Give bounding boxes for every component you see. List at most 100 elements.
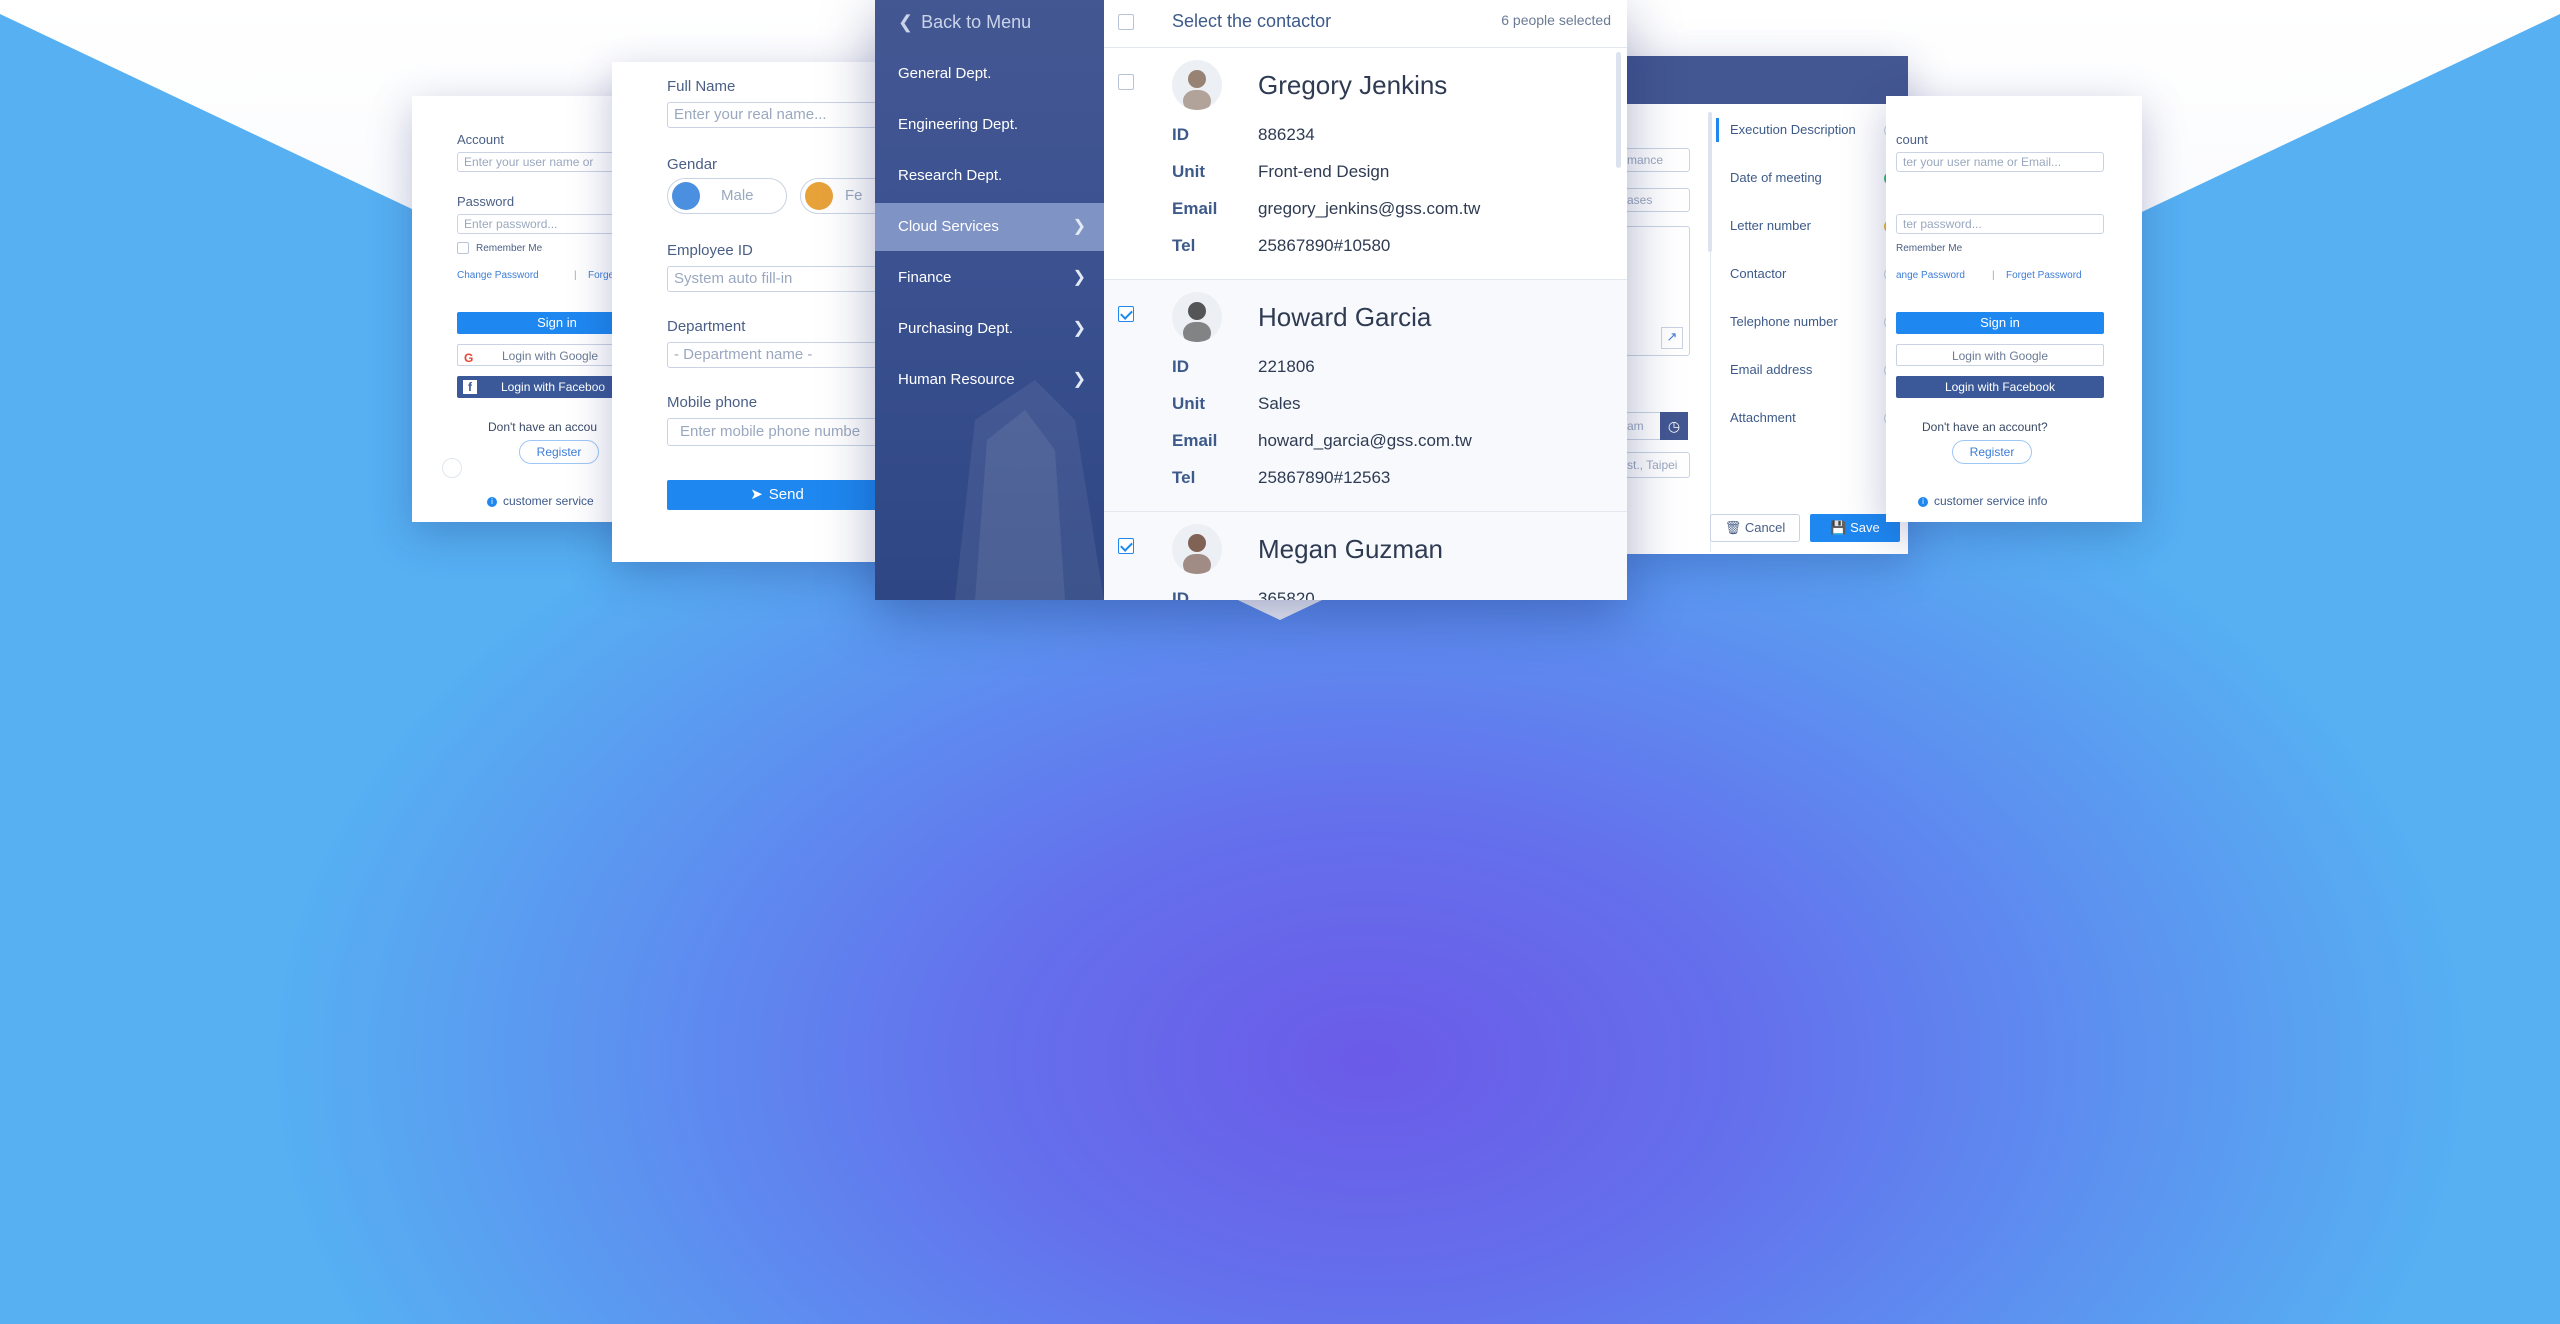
- mobile-label: Mobile phone: [667, 394, 758, 411]
- sidebar-item-human-resource[interactable]: Human Resource ❯: [875, 356, 1104, 404]
- facebook-icon: f: [463, 380, 477, 394]
- sidebar-item-label: Research Dept.: [898, 167, 1003, 184]
- floppy-icon: 💾: [1830, 520, 1847, 535]
- step-label: Telephone number: [1730, 314, 1838, 329]
- customer-service-link-right[interactable]: customer service info: [1934, 494, 2047, 508]
- facebook-login-label: Login with Faceboo: [501, 380, 606, 394]
- fullname-input[interactable]: Enter your real name...: [667, 102, 887, 128]
- avatar: [1172, 292, 1222, 342]
- account-label-right: count: [1896, 132, 1928, 147]
- remember-label-right: Remember Me: [1896, 243, 1963, 254]
- field-value-id: 221806: [1258, 357, 1315, 376]
- step-label: Email address: [1730, 362, 1813, 377]
- execution-form-card: mance ases ↗ am ◷ st., Taipei Execution …: [1620, 56, 1908, 554]
- male-option[interactable]: Male: [667, 178, 787, 214]
- sidebar-item-label: Finance: [898, 269, 952, 286]
- field-label-email: Email: [1172, 199, 1218, 218]
- sidebar-item-label: General Dept.: [898, 65, 992, 82]
- step-item[interactable]: Telephone number: [1620, 310, 1908, 340]
- no-account-text: Don't have an accou: [488, 420, 598, 434]
- contact-checkbox[interactable]: [1118, 74, 1134, 90]
- contact-row[interactable]: Howard Garcia ID 221806 Unit Sales Email howar…: [1104, 280, 1627, 512]
- customer-service-link[interactable]: customer service: [503, 494, 594, 508]
- decorative-bubble: [442, 458, 462, 478]
- select-all-checkbox[interactable]: [1118, 14, 1134, 30]
- field-label-unit: Unit: [1172, 162, 1206, 181]
- remember-label: Remember Me: [476, 243, 543, 254]
- step-item[interactable]: Attachment: [1620, 406, 1908, 436]
- sidebar-item-label: Human Resource: [898, 371, 1015, 388]
- account-input-right[interactable]: ter your user name or Email...: [1896, 152, 2104, 172]
- sidebar-item-general-dept[interactable]: General Dept.: [875, 50, 1104, 98]
- field-value-unit: Front-end Design: [1258, 162, 1390, 181]
- google-login-button-right[interactable]: Login with Google: [1896, 344, 2104, 366]
- facebook-login-button-right[interactable]: Login with Facebook: [1896, 376, 2104, 398]
- step-item[interactable]: Contactor: [1620, 262, 1908, 292]
- field-value-tel: 25867890#10580: [1258, 236, 1391, 255]
- field-label-id: ID: [1172, 589, 1189, 600]
- field-label-tel: Tel: [1172, 468, 1196, 487]
- female-avatar-icon: [805, 182, 833, 210]
- google-icon: G: [464, 351, 474, 365]
- male-label: Male: [721, 187, 754, 204]
- field-label-email: Email: [1172, 431, 1218, 450]
- avatar: [1172, 524, 1222, 574]
- step-item[interactable]: Email address: [1620, 358, 1908, 388]
- building-decoration: [955, 380, 1104, 600]
- remember-checkbox[interactable]: [457, 242, 469, 254]
- register-button[interactable]: Register: [519, 440, 599, 464]
- register-button-right[interactable]: Register: [1952, 440, 2032, 464]
- department-select[interactable]: - Department name -: [667, 342, 887, 368]
- mobile-input[interactable]: Enter mobile phone numbe: [667, 418, 887, 446]
- login-card-right: count ter your user name or Email... ter…: [1886, 96, 2142, 522]
- info-icon: i: [487, 497, 497, 507]
- back-to-menu-button[interactable]: ❮ Back to Menu: [875, 0, 1104, 44]
- contact-checkbox[interactable]: [1118, 306, 1134, 322]
- sidebar-item-research-dept[interactable]: Research Dept.: [875, 152, 1104, 200]
- no-account-text-right: Don't have an account?: [1922, 420, 2048, 434]
- field-value-tel: 25867890#12563: [1258, 468, 1391, 487]
- step-label: Attachment: [1730, 410, 1796, 425]
- back-to-menu-label: Back to Menu: [921, 12, 1032, 32]
- cancel-label: Cancel: [1744, 520, 1786, 535]
- contact-list-panel: Select the contactor 6 people selected G…: [1104, 0, 1627, 600]
- sign-in-button-right[interactable]: Sign in: [1896, 312, 2104, 334]
- send-button[interactable]: ➤ Send: [667, 480, 887, 510]
- step-item[interactable]: Execution Description: [1620, 118, 1908, 148]
- avatar: [1172, 60, 1222, 110]
- contact-name: Gregory Jenkins: [1258, 70, 1448, 100]
- change-password-link[interactable]: Change Password: [457, 270, 539, 281]
- gender-label: Gendar: [667, 156, 718, 173]
- list-scrollbar[interactable]: [1616, 52, 1621, 168]
- sidebar-item-finance[interactable]: Finance ❯: [875, 254, 1104, 302]
- sidebar-item-engineering-dept[interactable]: Engineering Dept.: [875, 101, 1104, 149]
- forget-password-link-right[interactable]: Forget Password: [2006, 270, 2082, 281]
- chevron-right-icon: ❯: [1072, 218, 1086, 235]
- field-value-email: gregory_jenkins@gss.com.tw: [1258, 199, 1481, 218]
- active-step-indicator: [1716, 118, 1719, 142]
- male-avatar-icon: [672, 182, 700, 210]
- contact-name: Megan Guzman: [1258, 534, 1443, 564]
- chevron-left-icon: ❮: [898, 12, 914, 32]
- contact-row[interactable]: Gregory Jenkins ID 886234 Unit Front-end Des…: [1104, 48, 1627, 280]
- form-header-bar: [1620, 56, 1908, 104]
- field-value-unit: Sales: [1258, 394, 1301, 413]
- department-label: Department: [667, 318, 746, 335]
- step-item[interactable]: Date of meeting: [1620, 166, 1908, 196]
- field-label-id: ID: [1172, 125, 1189, 144]
- sidebar-item-purchasing-dept[interactable]: Purchasing Dept. ❯: [875, 305, 1104, 353]
- google-login-label: Login with Google: [502, 349, 599, 363]
- sidebar-item-label: Purchasing Dept.: [898, 320, 1014, 337]
- step-item[interactable]: Letter number: [1620, 214, 1908, 244]
- fullname-label: Full Name: [667, 78, 736, 95]
- employee-id-label: Employee ID: [667, 242, 753, 259]
- cancel-button[interactable]: 🗑 Cancel: [1710, 514, 1800, 542]
- sidebar-item-cloud-services[interactable]: Cloud Services ❯: [875, 203, 1104, 251]
- employee-form-card: Full Name Enter your real name... Gendar…: [612, 62, 920, 562]
- contact-checkbox[interactable]: [1118, 538, 1134, 554]
- address-input[interactable]: st., Taipei: [1620, 452, 1690, 478]
- change-password-link-right[interactable]: ange Password: [1896, 270, 1965, 281]
- selected-count: 6 people selected: [1501, 12, 1611, 28]
- contact-row[interactable]: Megan Guzman ID 365820: [1104, 512, 1627, 600]
- password-input-right[interactable]: ter password...: [1896, 214, 2104, 234]
